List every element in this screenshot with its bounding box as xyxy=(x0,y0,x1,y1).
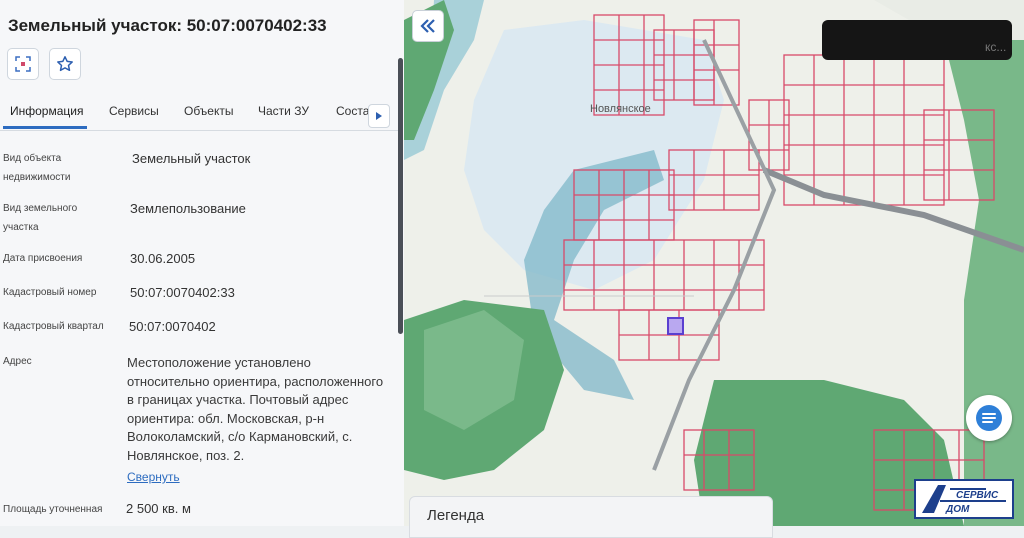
field-value-object-type: Земельный участок xyxy=(132,151,251,166)
collapse-panel-button[interactable] xyxy=(412,10,444,42)
locate-parcel-button[interactable] xyxy=(7,48,39,80)
tab-composition[interactable]: Соста xyxy=(336,104,369,118)
field-label-area: Площадь уточненная xyxy=(3,504,103,515)
tab-bar: Информация Сервисы Объекты Части ЗУ Сост… xyxy=(0,96,398,131)
star-icon xyxy=(57,56,73,72)
legend-label: Легенда xyxy=(427,507,485,524)
watermark-logo: СЕРВИС ДОМ xyxy=(914,479,1014,519)
field-value-address: Местоположение установлено относительно … xyxy=(127,355,384,463)
field-label-cadastral-quarter: Кадастровый квартал xyxy=(3,321,104,332)
field-value-cadastral-number: 50:07:0070402:33 xyxy=(130,285,235,300)
tab-scroll-right-button[interactable] xyxy=(368,104,390,128)
field-label-parcel-type: Вид земельного участка xyxy=(3,203,78,233)
logo-mark: СЕРВИС ДОМ xyxy=(922,485,1006,515)
field-value-assign-date: 30.06.2005 xyxy=(130,251,196,266)
panel-scrollbar[interactable] xyxy=(398,58,403,334)
locate-parcel-icon xyxy=(15,56,31,72)
active-tab-indicator xyxy=(3,126,87,129)
redacted-area xyxy=(822,20,1012,60)
favorite-button[interactable] xyxy=(49,48,81,80)
search-partial-text: кс... xyxy=(985,40,1007,54)
tab-information[interactable]: Информация xyxy=(10,104,83,118)
info-panel: Земельный участок: 50:07:0070402:33 Инфо… xyxy=(0,0,405,526)
legend-panel[interactable]: Легенда xyxy=(409,496,773,538)
map-view[interactable]: Новлянское xyxy=(404,0,1024,526)
field-value-cadastral-quarter: 50:07:0070402 xyxy=(129,319,216,334)
double-chevron-left-icon xyxy=(420,19,435,33)
field-label-address: Адрес xyxy=(3,356,32,367)
field-value-area: 2 500 кв. м xyxy=(126,501,191,516)
field-label-cadastral-number: Кадастровый номер xyxy=(3,287,97,298)
collapse-link[interactable]: Свернуть xyxy=(127,470,180,484)
field-label-object-type: Вид объекта недвижимости xyxy=(3,153,71,183)
triangle-right-icon xyxy=(376,112,382,120)
chat-button[interactable] xyxy=(966,395,1012,441)
field-label-assign-date: Дата присвоения xyxy=(3,253,83,264)
selected-parcel[interactable] xyxy=(667,317,684,335)
tab-parts[interactable]: Части ЗУ xyxy=(258,104,309,118)
chat-icon xyxy=(976,405,1002,431)
page-title: Земельный участок: 50:07:0070402:33 xyxy=(8,16,327,35)
tab-services[interactable]: Сервисы xyxy=(109,104,159,118)
svg-text:ДОМ: ДОМ xyxy=(945,504,970,515)
field-value-parcel-type: Землепользование xyxy=(130,201,246,216)
cadastral-map: Новлянское xyxy=(404,0,1024,526)
svg-text:СЕРВИС: СЕРВИС xyxy=(956,490,999,501)
tab-objects[interactable]: Объекты xyxy=(184,104,234,118)
village-label: Новлянское xyxy=(590,103,651,115)
